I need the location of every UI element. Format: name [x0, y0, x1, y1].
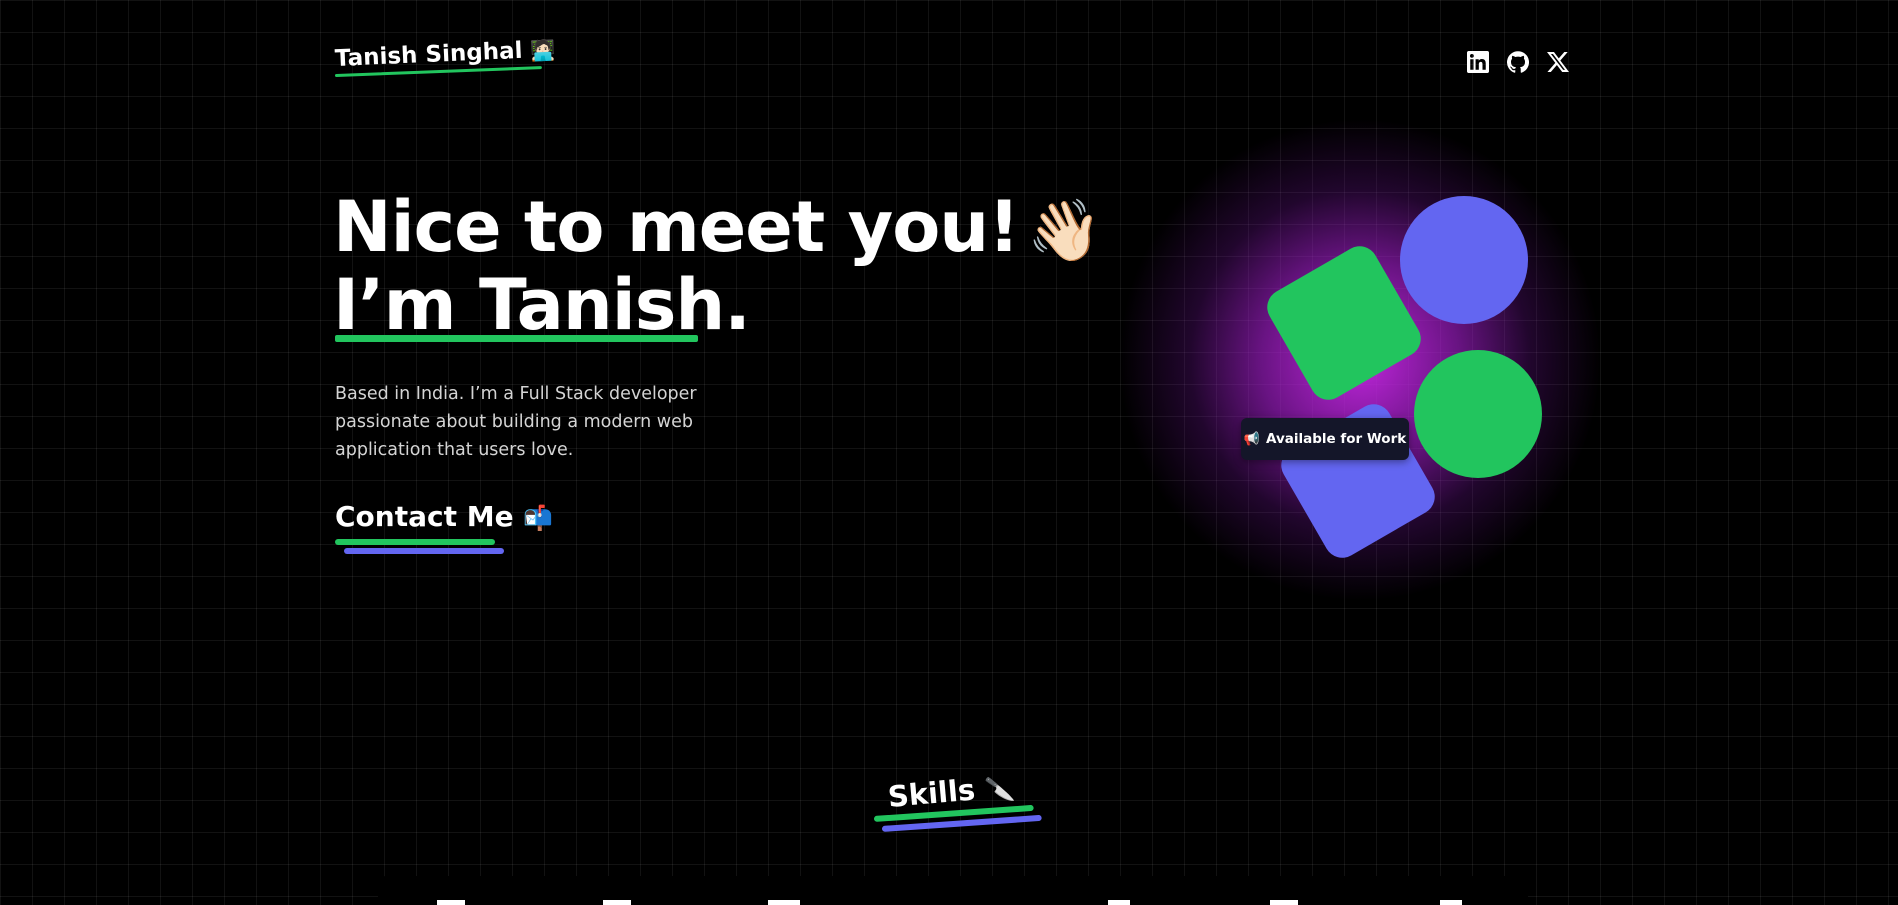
- skill-icon: [1108, 900, 1130, 905]
- name-underline: [335, 335, 698, 342]
- skill-icon: [437, 900, 465, 905]
- availability-badge: 📢 Available for Work: [1241, 418, 1409, 460]
- skill-icon: [603, 900, 631, 905]
- github-icon: [1507, 51, 1529, 73]
- skills-strip: [378, 876, 1528, 905]
- linkedin-icon: [1467, 51, 1489, 73]
- headline-line1: Nice to meet you!: [333, 186, 1020, 268]
- headline-line2: I’m Tanish.: [333, 264, 751, 346]
- x-icon: [1547, 52, 1569, 72]
- mailbox-icon: 📬: [523, 504, 554, 532]
- green-circle-shape: [1414, 350, 1542, 478]
- x-link[interactable]: [1546, 50, 1570, 74]
- availability-text: Available for Work: [1265, 431, 1407, 447]
- hero-bio: Based in India. I’m a Full Stack develop…: [335, 384, 697, 460]
- wave-emoji: 👋🏻: [1027, 196, 1102, 266]
- megaphone-icon: 📢: [1243, 431, 1260, 447]
- contact-underline-green: [335, 539, 495, 545]
- contact-label: Contact Me: [335, 500, 514, 533]
- contact-underline-purple: [344, 548, 504, 554]
- logo-emoji: 🧑🏻‍💻: [529, 37, 556, 63]
- knife-icon: 🔪: [983, 773, 1017, 805]
- skill-icon: [1270, 900, 1298, 905]
- hero-headline: Nice to meet you! 👋🏻 I’m Tanish.: [333, 190, 1102, 342]
- contact-button[interactable]: Contact Me 📬: [335, 500, 553, 533]
- skills-title: Skills: [886, 772, 977, 814]
- skill-icon: [768, 900, 800, 905]
- github-link[interactable]: [1506, 50, 1530, 74]
- skill-icon: [1440, 900, 1462, 905]
- linkedin-link[interactable]: [1466, 50, 1490, 74]
- purple-circle-shape: [1400, 196, 1528, 324]
